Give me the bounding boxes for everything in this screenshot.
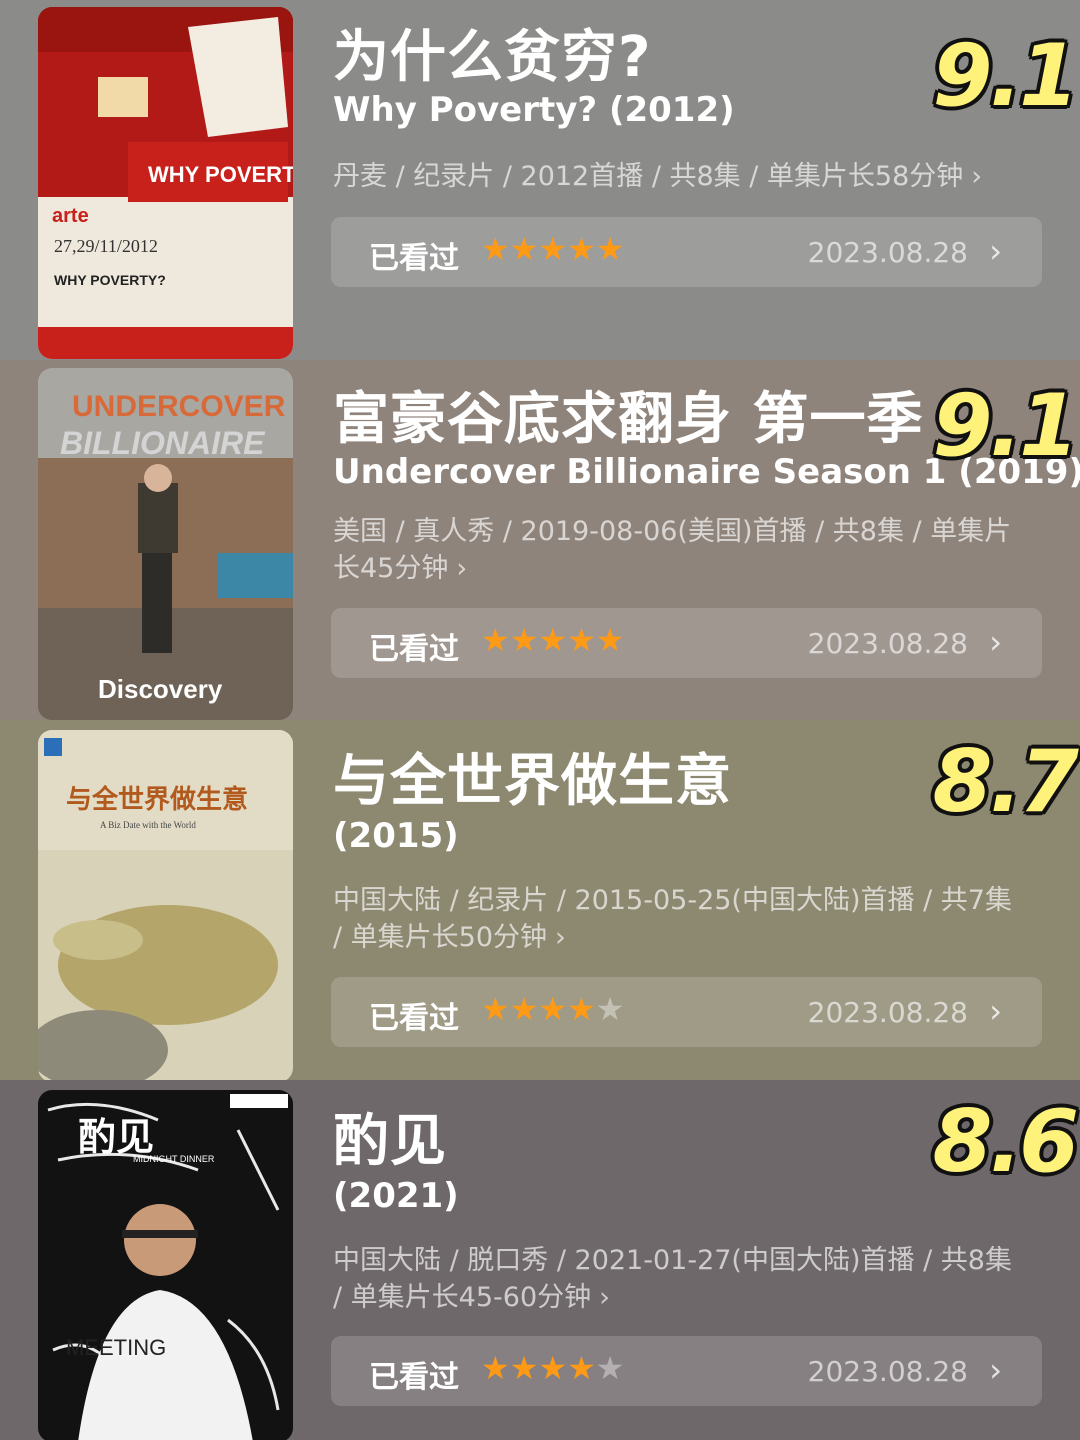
chevron-right-icon[interactable]: › (989, 232, 1002, 270)
watched-date: 2023.08.28 (807, 996, 968, 1029)
watched-label: 已看过 (369, 1001, 459, 1036)
poster-art: WHY POVERTY? arte 27,29/11/2012 WHY POVE… (38, 7, 293, 359)
show-item[interactable]: WHY POVERTY? arte 27,29/11/2012 WHY POVE… (0, 0, 1080, 360)
poster-title: WHY POVERTY? (148, 162, 293, 187)
star-icon: ★ (567, 621, 596, 659)
watched-row[interactable]: 已看过 ★★★★★ 2023.08.28 › (331, 1336, 1042, 1406)
chevron-right-icon[interactable]: › (989, 992, 1002, 1030)
watched-row[interactable]: 已看过 ★★★★★ 2023.08.28 › (331, 217, 1042, 287)
star-icon: ★ (538, 990, 568, 1028)
watched-label: 已看过 (369, 1360, 459, 1395)
poster-image[interactable]: 酌见 MIDNIGHT DINNER MEETING (38, 1090, 293, 1440)
meta-text: 中国大陆 / 脱口秀 / 2021-01-27(中国大陆)首播 / 共8集 / … (333, 1245, 1012, 1313)
poster-brand: Discovery (98, 674, 223, 704)
poster-title: 与全世界做生意 (66, 784, 248, 815)
show-title: 与全世界做生意 (333, 749, 732, 814)
poster-image[interactable]: UNDERCOVER BILLIONAIRE Discovery (38, 368, 293, 720)
star-icon: ★ (509, 990, 539, 1028)
poster-title-2: BILLIONAIRE (60, 425, 266, 461)
watched-date: 2023.08.28 (807, 236, 968, 269)
chevron-right-icon: › (599, 1282, 610, 1313)
watched-date: 2023.08.28 (807, 627, 968, 660)
poster-subtitle: MIDNIGHT DINNER (133, 1154, 215, 1164)
star-icon: ★ (567, 230, 596, 268)
watched-label: 已看过 (369, 632, 459, 667)
show-meta[interactable]: 中国大陆 / 脱口秀 / 2021-01-27(中国大陆)首播 / 共8集 / … (333, 1242, 1023, 1316)
watched-row[interactable]: 已看过 ★★★★★ 2023.08.28 › (331, 608, 1042, 678)
poster-subtitle: A Biz Date with the World (100, 820, 196, 830)
star-icon: ★ (567, 990, 596, 1028)
poster-date: 27,29/11/2012 (54, 236, 158, 256)
show-subtitle: (2015) (333, 816, 459, 856)
show-title: 酌见 (333, 1109, 447, 1174)
chevron-right-icon: › (971, 161, 983, 192)
star-icon: ★ (595, 621, 625, 659)
star-icon: ★ (595, 990, 625, 1028)
score-badge: 8.6 (932, 1092, 1079, 1192)
star-icon: ★ (538, 1349, 568, 1387)
star-icon: ★ (595, 1349, 625, 1387)
show-subtitle: (2021) (333, 1176, 459, 1216)
star-icon: ★ (509, 621, 539, 659)
poster-art: 酌见 MIDNIGHT DINNER MEETING (38, 1090, 293, 1440)
star-icon: ★ (538, 230, 568, 268)
rating-stars: ★★★★★ (481, 230, 624, 268)
poster-subtitle: WHY POVERTY? (54, 272, 166, 288)
score-badge: 9.1 (932, 26, 1079, 126)
chevron-right-icon[interactable]: › (989, 623, 1002, 661)
star-icon: ★ (481, 230, 510, 268)
star-icon: ★ (595, 230, 625, 268)
watched-date: 2023.08.28 (807, 1355, 968, 1388)
poster-art: 与全世界做生意 A Biz Date with the World (38, 730, 293, 1080)
chevron-right-icon: › (456, 553, 468, 584)
poster-art: UNDERCOVER BILLIONAIRE Discovery (38, 368, 293, 720)
poster-title: 酌见 (78, 1115, 154, 1159)
meta-text: 中国大陆 / 纪录片 / 2015-05-25(中国大陆)首播 / 共7集 / … (333, 885, 1012, 953)
chevron-right-icon[interactable]: › (989, 1351, 1002, 1389)
poster-image[interactable]: 与全世界做生意 A Biz Date with the World (38, 730, 293, 1080)
show-meta[interactable]: 中国大陆 / 纪录片 / 2015-05-25(中国大陆)首播 / 共7集 / … (333, 882, 1023, 956)
show-title: 富豪谷底求翻身 第一季 (333, 387, 924, 452)
watched-label: 已看过 (369, 241, 459, 276)
star-icon: ★ (481, 1349, 510, 1387)
meta-text: 美国 / 真人秀 / 2019-08-06(美国)首播 / 共8集 / 单集片长… (333, 516, 1012, 584)
poster-word: MEETING (66, 1335, 166, 1360)
score-badge: 8.7 (932, 732, 1079, 832)
rating-stars: ★★★★★ (481, 990, 624, 1028)
show-title: 为什么贫穷? (333, 25, 652, 90)
star-icon: ★ (509, 1349, 539, 1387)
star-icon: ★ (481, 621, 510, 659)
watched-row[interactable]: 已看过 ★★★★★ 2023.08.28 › (331, 977, 1042, 1047)
star-icon: ★ (567, 1349, 596, 1387)
poster-brand: arte (52, 205, 89, 227)
show-meta[interactable]: 美国 / 真人秀 / 2019-08-06(美国)首播 / 共8集 / 单集片长… (333, 513, 1023, 587)
show-item[interactable]: UNDERCOVER BILLIONAIRE Discovery 富豪谷底求翻身… (0, 360, 1080, 720)
star-icon: ★ (538, 621, 568, 659)
show-item[interactable]: 与全世界做生意 A Biz Date with the World 与全世界做生… (0, 720, 1080, 1080)
rating-stars: ★★★★★ (481, 1349, 624, 1387)
star-icon: ★ (481, 990, 510, 1028)
show-subtitle: Why Poverty? (2012) (333, 90, 735, 130)
score-badge: 9.1 (932, 376, 1079, 476)
poster-image[interactable]: WHY POVERTY? arte 27,29/11/2012 WHY POVE… (38, 7, 293, 359)
show-item[interactable]: 酌见 MIDNIGHT DINNER MEETING 酌见 (2021) 中国大… (0, 1080, 1080, 1440)
poster-title: UNDERCOVER (72, 390, 286, 423)
rating-stars: ★★★★★ (481, 621, 624, 659)
star-icon: ★ (509, 230, 539, 268)
meta-text: 丹麦 / 纪录片 / 2012首播 / 共8集 / 单集片长58分钟 (333, 161, 964, 192)
chevron-right-icon: › (555, 922, 566, 953)
show-meta[interactable]: 丹麦 / 纪录片 / 2012首播 / 共8集 / 单集片长58分钟 › (333, 158, 1023, 195)
